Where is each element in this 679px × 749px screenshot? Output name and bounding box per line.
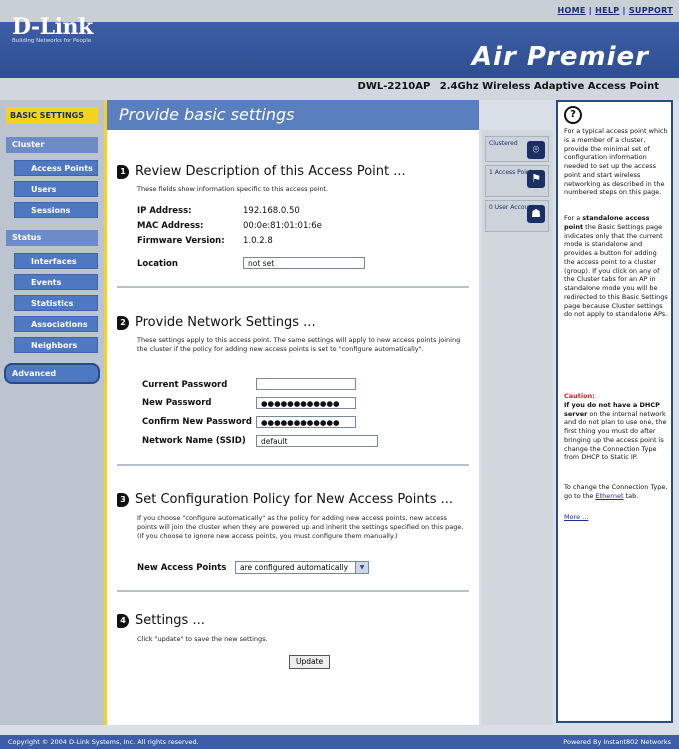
support-link[interactable]: SUPPORT: [629, 6, 673, 15]
section-3-desc: If you choose "configure automatically" …: [137, 514, 464, 540]
top-links: HOME | HELP | SUPPORT: [558, 6, 673, 15]
section-3-heading: 3 Set Configuration Policy for New Access…: [117, 492, 453, 507]
dlink-logo: D-Link: [12, 14, 93, 40]
nav-sessions[interactable]: Sessions: [14, 202, 98, 218]
nav-status[interactable]: Status: [6, 230, 98, 246]
section-1-desc: These fields show information specific t…: [137, 185, 329, 193]
new-access-points-label: New Access Points: [137, 563, 227, 573]
tab-clustered[interactable]: Clustered ⌾: [485, 136, 549, 162]
help-paragraph-1: For a typical access point which is a me…: [564, 127, 668, 197]
nav-users[interactable]: Users: [14, 181, 98, 197]
section-2-heading: 2 Provide Network Settings ...: [117, 315, 316, 330]
help-paragraph-2: For a standalone access point the Basic …: [564, 214, 668, 319]
tab-access-point[interactable]: 1 Access Point ⚑: [485, 165, 549, 197]
users-icon: ☗: [527, 205, 545, 223]
airpremier-logo: Air Premier: [471, 42, 649, 72]
section-1-title: Review Description of this Access Point …: [135, 164, 406, 179]
nav-neighbors[interactable]: Neighbors: [14, 337, 98, 353]
network-icon: ⌾: [527, 141, 545, 159]
home-link[interactable]: HOME: [558, 6, 586, 15]
model-number: DWL-2210AP: [357, 81, 431, 92]
nav-advanced[interactable]: Advanced: [6, 365, 98, 382]
product-name: 2.4Ghz Wireless Adaptive Access Point: [439, 81, 659, 92]
ssid-input[interactable]: default: [256, 435, 378, 447]
firmware-label: Firmware Version:: [137, 236, 225, 246]
current-password-input[interactable]: [256, 378, 356, 390]
separator: |: [622, 6, 626, 15]
ssid-label: Network Name (SSID): [142, 436, 246, 446]
help-link[interactable]: HELP: [595, 6, 619, 15]
tab-clustered-label: Clustered: [489, 140, 518, 147]
nav-cluster[interactable]: Cluster: [6, 137, 98, 153]
update-button[interactable]: Update: [289, 655, 331, 669]
product-title: DWL-2210AP 2.4Ghz Wireless Adaptive Acce…: [358, 81, 659, 92]
nav-events[interactable]: Events: [14, 274, 98, 290]
help-paragraph-3: Caution: If you do not have a DHCP serve…: [564, 392, 668, 462]
cluster-tabs: Clustered ⌾ 1 Access Point ⚑ 0 User Acco…: [482, 130, 553, 725]
ip-label: IP Address:: [137, 206, 192, 216]
mac-value: 00:0e:81:01:01:6e: [243, 221, 322, 231]
section-2-title: Provide Network Settings ...: [135, 315, 316, 330]
step-1-icon: 1: [117, 164, 129, 179]
nav-interfaces[interactable]: Interfaces: [14, 253, 98, 269]
question-mark-circle-icon: ?: [564, 106, 582, 124]
confirm-password-label: Confirm New Password: [142, 417, 252, 427]
page-title: Provide basic settings: [107, 100, 479, 130]
top-links-bar: HOME | HELP | SUPPORT: [0, 0, 679, 22]
help-panel: ? For a typical access point which is a …: [556, 100, 673, 723]
nav-associations[interactable]: Associations: [14, 316, 98, 332]
section-4-desc: Click "update" to save the new settings.: [137, 635, 268, 643]
help-text: the Basic Settings page indicates only t…: [564, 222, 668, 319]
separator: |: [588, 6, 592, 15]
section-1-heading: 1 Review Description of this Access Point…: [117, 164, 406, 179]
tagline: Building Networks for People: [12, 38, 92, 44]
section-4-heading: 4 Settings ...: [117, 613, 205, 628]
footer: Copyright © 2004 D-Link Systems, Inc. Al…: [0, 735, 679, 749]
more-link[interactable]: More ...: [564, 513, 668, 522]
main-content: Provide basic settings 1 Review Descripti…: [107, 100, 479, 725]
caution-label: Caution:: [564, 392, 595, 400]
mac-label: MAC Address:: [137, 221, 204, 231]
tab-ap-label: 1 Access Point: [489, 169, 533, 176]
copyright: Copyright © 2004 D-Link Systems, Inc. Al…: [8, 738, 199, 746]
section-3-title: Set Configuration Policy for New Access …: [135, 492, 454, 507]
select-value: are configured automatically: [240, 563, 349, 572]
location-input[interactable]: not set: [243, 257, 365, 269]
help-text: tab.: [623, 491, 639, 500]
new-password-input[interactable]: ●●●●●●●●●●●●: [256, 397, 356, 409]
divider: [117, 464, 469, 466]
ip-value: 192.168.0.50: [243, 206, 300, 216]
divider: [117, 590, 469, 592]
sidebar: BASIC SETTINGS Cluster Access Points Use…: [0, 100, 107, 725]
step-3-icon: 3: [117, 492, 129, 507]
help-paragraph-4: To change the Connection Type, go to the…: [564, 483, 668, 501]
location-label: Location: [137, 259, 178, 269]
tab-user-accounts[interactable]: 0 User Accounts ☗: [485, 200, 549, 232]
help-text: For a: [564, 214, 583, 222]
access-point-icon: ⚑: [527, 170, 545, 188]
divider: [117, 286, 469, 288]
powered-by: Powered By Instant802 Networks: [563, 738, 671, 746]
step-2-icon: 2: [117, 315, 129, 330]
chevron-down-icon[interactable]: ▼: [355, 562, 368, 573]
nav-basic-settings[interactable]: BASIC SETTINGS: [6, 107, 98, 124]
section-2-desc: These settings apply to this access poin…: [137, 336, 461, 353]
section-4-title: Settings ...: [135, 613, 205, 628]
nav-access-points[interactable]: Access Points: [14, 160, 98, 176]
new-access-points-select[interactable]: are configured automatically ▼: [235, 561, 369, 574]
nav-statistics[interactable]: Statistics: [14, 295, 98, 311]
firmware-value: 1.0.2.8: [243, 236, 273, 246]
current-password-label: Current Password: [142, 380, 228, 390]
ethernet-link[interactable]: Ethernet: [596, 492, 624, 500]
step-4-icon: 4: [117, 613, 129, 628]
confirm-password-input[interactable]: ●●●●●●●●●●●●: [256, 416, 356, 428]
new-password-label: New Password: [142, 398, 212, 408]
